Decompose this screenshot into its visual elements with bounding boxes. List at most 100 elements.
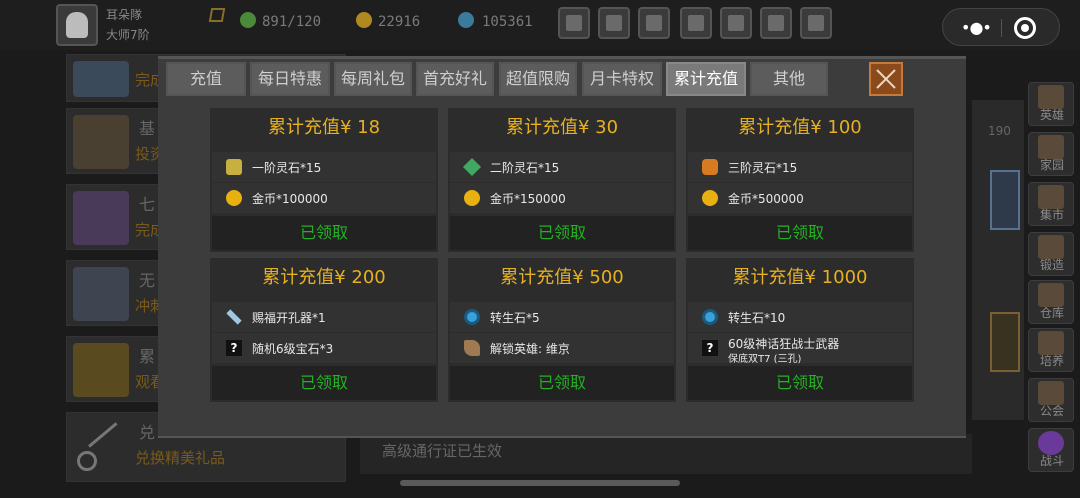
reward-row[interactable]: 二阶灵石*15 <box>450 152 674 182</box>
reward-text: 转生石*5 <box>490 311 540 325</box>
reward-slot-icon[interactable] <box>990 312 1020 372</box>
home-indicator[interactable] <box>400 480 680 486</box>
tab-monthly-card[interactable]: 月卡特权 <box>582 62 662 96</box>
nav-market[interactable]: 集市 <box>1028 182 1074 226</box>
claimed-status[interactable]: 已领取 <box>688 216 912 250</box>
card-title: 累计充值¥ 200 <box>262 267 386 288</box>
nav-guild[interactable]: 公会 <box>1028 378 1074 422</box>
close-button[interactable] <box>869 62 903 96</box>
reward-text: 金币*500000 <box>728 192 804 206</box>
wheel-icon[interactable] <box>760 7 792 39</box>
reward-row[interactable]: 赐福开孔器*1 <box>212 302 436 332</box>
mail-icon[interactable] <box>598 7 630 39</box>
nav-forge[interactable]: 锻造 <box>1028 232 1074 276</box>
card-title: 累计充值¥ 30 <box>505 117 619 138</box>
top-bar <box>0 0 1080 50</box>
card-title: 累计充值¥ 100 <box>738 117 862 138</box>
claimed-status[interactable]: 已领取 <box>450 366 674 400</box>
reward-slot-icon[interactable] <box>990 170 1020 230</box>
miniapp-capsule: •●• <box>942 8 1060 46</box>
close-icon <box>876 69 896 89</box>
player-name: 耳朵隊 <box>106 8 143 22</box>
reward-card: 累计充值¥ 100 三阶灵石*15 金币*500000 已领取 <box>686 108 914 252</box>
tab-recharge[interactable]: 充值 <box>166 62 246 96</box>
gift-icon[interactable] <box>720 7 752 39</box>
card-title: 累计充值¥ 18 <box>267 117 381 138</box>
reward-card: 累计充值¥ 18 一阶灵石*15 金币*100000 已领取 <box>210 108 438 252</box>
gem-value: 105361 <box>482 14 533 30</box>
nav-battle[interactable]: 战斗 <box>1028 428 1074 472</box>
player-rank: 大师7阶 <box>106 28 150 42</box>
reward-text: 随机6级宝石*3 <box>252 342 334 356</box>
reward-row[interactable]: 三阶灵石*15 <box>688 152 912 182</box>
nav-hero[interactable]: 英雄 <box>1028 82 1074 126</box>
reward-text: 三阶灵石*15 <box>728 161 798 175</box>
list-item-title: 兑 <box>139 423 156 442</box>
card-title: 累计充值¥ 1000 <box>732 267 868 288</box>
nav-home[interactable]: 家园 <box>1028 132 1074 176</box>
tab-daily-deal[interactable]: 每日特惠 <box>250 62 330 96</box>
reward-text: 解锁英雄: 维京 <box>490 342 570 356</box>
reward-row[interactable]: 解锁英雄: 维京 <box>450 333 674 363</box>
tab-first-recharge[interactable]: 首充好礼 <box>416 62 494 96</box>
sword-icon[interactable] <box>800 7 832 39</box>
gem-icon <box>458 12 474 28</box>
edit-icon[interactable] <box>208 8 226 22</box>
reward-row[interactable]: 转生石*10 <box>688 302 912 332</box>
gold-coin-icon <box>356 12 372 28</box>
reward-text: 金币*150000 <box>490 192 566 206</box>
list-item-title: 七 <box>139 195 156 214</box>
close-miniapp-icon[interactable] <box>1014 17 1036 39</box>
mystery-gem-icon: ? <box>226 340 242 356</box>
status-text: 高级通行证已生效 <box>382 442 503 460</box>
reward-text: 转生石*10 <box>728 311 786 325</box>
list-item-title: 累 <box>139 347 156 366</box>
reward-row[interactable]: 金币*150000 <box>450 183 674 213</box>
list-item-title: 基 <box>139 119 156 138</box>
reward-row[interactable]: 转生石*5 <box>450 302 674 332</box>
claimed-status[interactable]: 已领取 <box>212 216 436 250</box>
tab-other[interactable]: 其他 <box>750 62 828 96</box>
reward-text: 金币*100000 <box>252 192 328 206</box>
reward-text: 一阶灵石*15 <box>252 161 322 175</box>
key-icon <box>75 425 125 471</box>
flag-icon[interactable] <box>638 7 670 39</box>
right-panel-number: 190 <box>988 124 1011 138</box>
claimed-status[interactable]: 已领取 <box>450 216 674 250</box>
claimed-status[interactable]: 已领取 <box>688 366 912 400</box>
tab-limited[interactable]: 超值限购 <box>499 62 577 96</box>
gear-icon[interactable] <box>680 7 712 39</box>
reward-subtext: 保底双T7 (三孔) <box>728 354 802 365</box>
reward-row[interactable]: ? 60级神话狂战士武器 保底双T7 (三孔) <box>688 333 912 365</box>
chest-icon <box>73 191 129 245</box>
right-panel <box>972 100 1024 420</box>
tab-cumulative-recharge[interactable]: 累计充值 <box>666 62 746 96</box>
reward-row[interactable]: 金币*500000 <box>688 183 912 213</box>
list-item-subtitle: 兑换精美礼品 <box>135 449 226 467</box>
nav-train[interactable]: 培养 <box>1028 328 1074 372</box>
reward-text: 赐福开孔器*1 <box>252 311 326 325</box>
spirit-stone-1-icon <box>226 159 242 175</box>
list-item-title: 无 <box>139 271 156 290</box>
shop-icon[interactable] <box>558 7 590 39</box>
treasure-chest-icon <box>73 343 129 397</box>
claimed-status[interactable]: 已领取 <box>212 366 436 400</box>
rebirth-stone-icon <box>702 309 718 325</box>
player-avatar[interactable] <box>56 4 98 46</box>
tab-weekly-pack[interactable]: 每周礼包 <box>334 62 412 96</box>
nav-warehouse[interactable]: 仓库 <box>1028 280 1074 324</box>
merchant-icon <box>73 115 129 169</box>
gold-value: 22916 <box>378 14 421 30</box>
reward-row[interactable]: ? 随机6级宝石*3 <box>212 333 436 363</box>
gold-coin-icon <box>702 190 718 206</box>
gold-coin-icon <box>226 190 242 206</box>
more-icon[interactable]: •●• <box>961 18 992 37</box>
crystal-icon <box>73 61 129 97</box>
stamina-value: 891/120 <box>262 14 322 30</box>
reward-row[interactable]: 金币*100000 <box>212 183 436 213</box>
reward-card: 累计充值¥ 1000 转生石*10 ? 60级神话狂战士武器 保底双T7 (三孔) … <box>686 258 914 402</box>
reward-text: 二阶灵石*15 <box>490 161 560 175</box>
trophy-icon <box>73 267 129 321</box>
reward-row[interactable]: 一阶灵石*15 <box>212 152 436 182</box>
gold-coin-icon <box>464 190 480 206</box>
